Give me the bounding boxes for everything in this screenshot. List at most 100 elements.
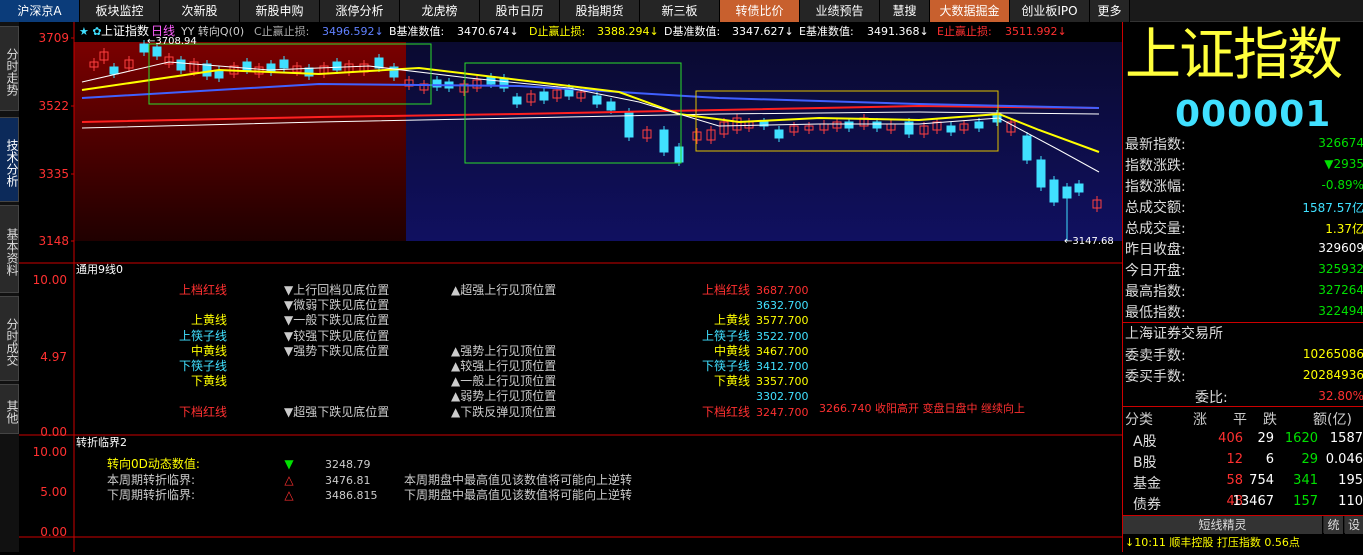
quote-row: 最低指数: 322494	[1125, 304, 1363, 321]
nav-2[interactable]: 次新股	[160, 0, 240, 22]
left-tab-3[interactable]: 分时成交	[0, 296, 19, 381]
table-cell: B股	[1133, 455, 1157, 471]
table-header-cell: 平	[1233, 412, 1247, 428]
header-label-0: C止赢止损:	[254, 24, 309, 38]
panel2-mid-label: ▼微弱下跌见底位置	[284, 297, 389, 312]
nav-5[interactable]: 龙虎榜	[400, 0, 480, 22]
nav-10[interactable]: 业绩预告	[800, 0, 880, 22]
table-cell: 1620	[1284, 431, 1318, 446]
panel2-left-label: 上黄线	[191, 313, 227, 327]
panel2-left-label: 上档红线	[179, 282, 227, 297]
left-tab-0[interactable]: 分时走势	[0, 26, 19, 111]
panel2-mid2-label: ▲一般上行见顶位置	[451, 373, 556, 388]
stock-name: 上证指数	[1125, 23, 1343, 88]
quote-row: 总成交量: 1.37亿	[1125, 221, 1363, 237]
header-label-5: E止赢止损:	[937, 24, 992, 38]
panel2-left-label: 下黄线	[191, 374, 227, 388]
left-tabs: 分时走势技术分析基本资料分时成交其他	[0, 22, 19, 552]
header-label-1: B基准数值:	[389, 25, 444, 38]
chart-title: 上证指数	[101, 23, 149, 38]
panel3-row-label: 本周期转折临界:	[107, 472, 195, 487]
nav-4[interactable]: 涨停分析	[320, 0, 400, 22]
table-row: 基金 58 754 341 195	[1123, 472, 1363, 493]
table-cell: 58	[1226, 473, 1243, 488]
header-value-2: 3388.294↓	[597, 25, 659, 38]
header-icons: ★ ✿	[79, 25, 102, 38]
price-axis-label: 3522	[38, 99, 69, 113]
panel2-right-label: 下黄线	[714, 374, 750, 388]
panel2-mid-label: ▼强势下跌见底位置	[284, 343, 389, 358]
nav-1[interactable]: 板块监控	[80, 0, 160, 22]
nav-11[interactable]: 慧搜	[880, 0, 930, 22]
panel2-axis-label: 4.97	[40, 350, 67, 364]
panel2-axis-label: 0.00	[40, 425, 67, 439]
quote-row: 指数涨跌: ▼2935	[1125, 157, 1363, 174]
header-value-0: 3496.592↓	[322, 25, 384, 38]
panel2-right-value: 3577.700	[756, 314, 809, 327]
panel2-right-label: 上档红线	[702, 282, 750, 297]
panel2-right-value: 3412.700	[756, 360, 809, 373]
panel2-left-label: 下档红线	[179, 404, 227, 419]
news-ticker[interactable]: ↓10:11 顺丰控股 打压指数 0.56点	[1125, 534, 1300, 550]
panel2-right-value: 3247.700	[756, 406, 809, 419]
panel2-note: 3266.740 收阳高开 变盘日盘中 继续向上	[819, 401, 1025, 415]
main-chart-area: ★ ✿ 上证指数 日线 YY 转向Q(0) C止赢止损: 3496.592↓ B基准数值: 3…	[19, 22, 1122, 552]
table-cell: 13467	[1232, 494, 1274, 509]
panel3-axis-label: 5.00	[40, 485, 67, 499]
nav-6[interactable]: 股市日历	[480, 0, 560, 22]
panel3-axis-label: 10.00	[33, 445, 67, 459]
header-value-3: 3347.627↓	[732, 25, 794, 38]
kline-chart[interactable]: ★ ✿ 上证指数 日线 YY 转向Q(0) C止赢止损: 3496.592↓ B基准数值: 3…	[19, 22, 1122, 552]
quote-row2: 委比: 32.80%	[1195, 389, 1363, 406]
price-axis-label: 3335	[38, 167, 69, 181]
panel2-mid-label: ▼超强下跌见底位置	[284, 404, 389, 419]
header-label-4: E基准数值:	[799, 25, 854, 38]
left-tab-2[interactable]: 基本资料	[0, 205, 19, 293]
footer-tab[interactable]: 设	[1345, 516, 1363, 534]
top-nav: 沪深京A 板块监控 次新股 新股申购 涨停分析 龙虎榜 股市日历 股指期货 新三板 转债比价 业绩预…	[0, 0, 1363, 22]
footer-tabs: 短线精灵统设	[1123, 515, 1363, 534]
header-value-4: 3491.368↓	[867, 25, 929, 38]
panel3-row-symbol: △	[284, 488, 294, 502]
nav-9[interactable]: 转债比价	[720, 0, 800, 22]
left-tab-1[interactable]: 技术分析	[0, 117, 19, 202]
quote-row: 最高指数: 327264	[1125, 283, 1363, 300]
panel2-mid2-label: ▲较强上行见顶位置	[451, 358, 556, 373]
nav-12[interactable]: 大数据掘金	[930, 0, 1010, 22]
quote-row: 指数涨幅: -0.89%	[1125, 178, 1363, 195]
nav-13[interactable]: 创业板IPO	[1010, 0, 1090, 22]
footer-tab[interactable]: 统	[1324, 516, 1344, 534]
blue-zone-background	[406, 42, 1122, 241]
panel2-right-label: 中黄线	[714, 343, 750, 358]
exchange-name: 上海证券交易所	[1125, 326, 1223, 342]
panel3-row-symbol: ▼	[284, 457, 294, 471]
nav-0[interactable]: 沪深京A	[0, 0, 80, 22]
table-header-cell: 分类	[1125, 412, 1153, 428]
left-tab-4[interactable]: 其他	[0, 384, 19, 434]
panel2-right-label: 下筷子线	[702, 358, 750, 373]
nav-7[interactable]: 股指期货	[560, 0, 640, 22]
stock-code: 000001	[1175, 94, 1332, 135]
panel2-mid-label: ▼一般下跌见底位置	[284, 312, 389, 327]
table-cell: 754	[1249, 473, 1274, 488]
panel3-row-symbol: △	[284, 473, 294, 487]
table-header-cell: 涨	[1193, 412, 1207, 428]
table-cell: A股	[1133, 434, 1157, 450]
nav-3[interactable]: 新股申购	[240, 0, 320, 22]
nav-8[interactable]: 新三板	[640, 0, 720, 22]
panel3-row-value: 3476.81	[325, 474, 371, 487]
quote-row2: 委卖手数: 10265086	[1125, 347, 1363, 364]
panel3-row-desc: 下周期盘中最高值见该数值将可能向上逆转	[404, 487, 632, 502]
table-cell: 29	[1257, 431, 1274, 446]
table-cell: 110	[1338, 494, 1363, 509]
table-row: B股 12 6 29 0.046	[1123, 451, 1363, 472]
quote-row: 总成交额: 1587.57亿	[1125, 200, 1363, 216]
nav-14[interactable]: 更多	[1090, 0, 1130, 22]
panel3-row-label: 下周期转折临界:	[107, 487, 195, 502]
table-header-cell: 跌	[1263, 412, 1277, 428]
table-cell: 1587	[1329, 431, 1363, 446]
footer-tab[interactable]: 短线精灵	[1123, 516, 1323, 534]
table-row: A股 406 29 1620 1587	[1123, 430, 1363, 451]
price-axis-label: 3148	[38, 234, 69, 248]
panel3-title: 转折临界2	[76, 435, 127, 449]
